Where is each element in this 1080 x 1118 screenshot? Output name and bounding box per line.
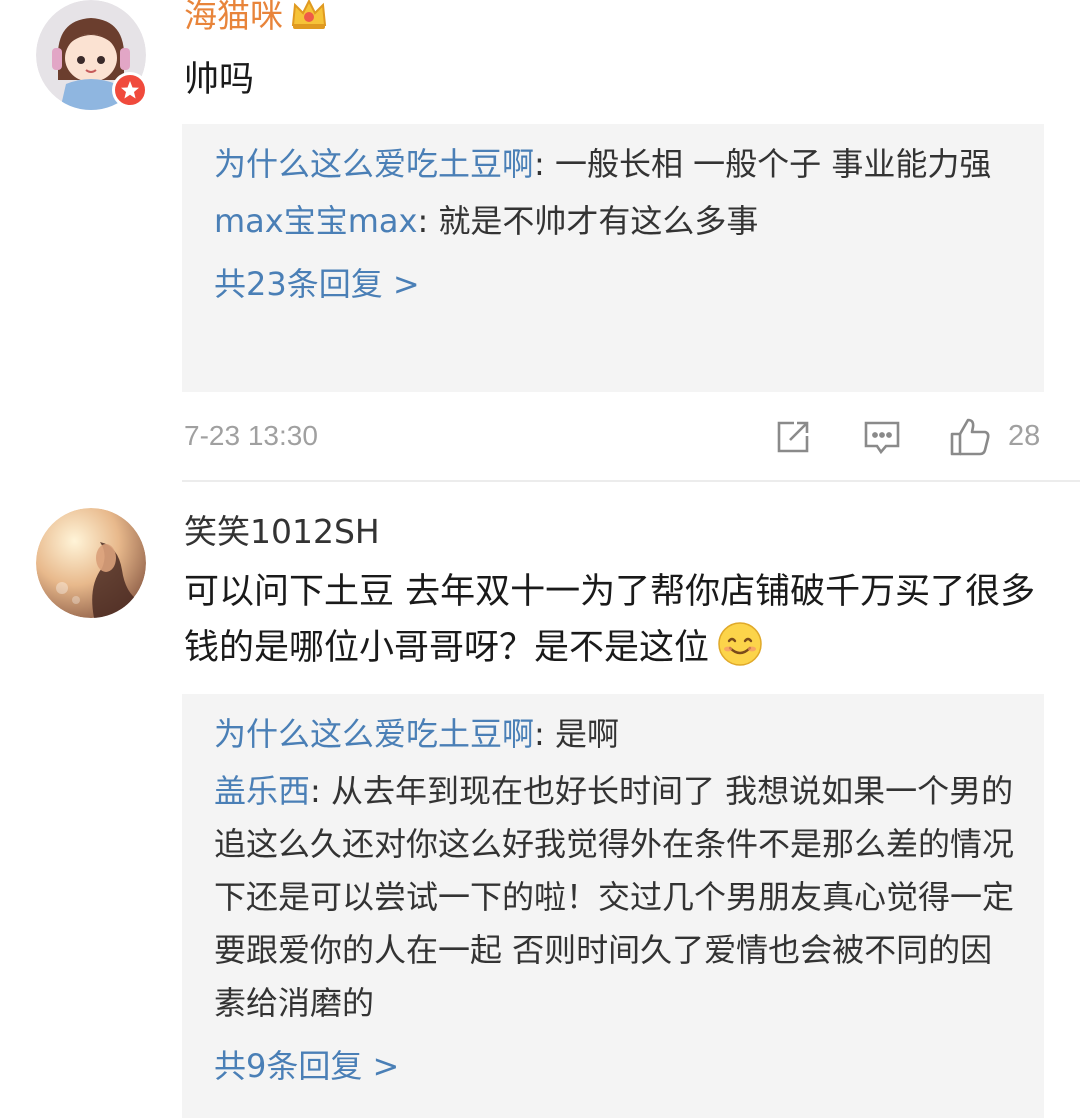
comment-icon[interactable]: [862, 418, 902, 465]
comment-text-body: 可以问下土豆 去年双十一为了帮你店铺破千万买了很多钱的是哪位小哥哥呀？是不是这位: [184, 572, 1036, 668]
like-icon[interactable]: [948, 414, 992, 465]
comment-username[interactable]: 海猫咪: [184, 0, 329, 36]
comment-text: 帅吗: [184, 60, 255, 100]
share-icon[interactable]: [774, 418, 812, 463]
like-count: 28: [1008, 420, 1041, 452]
reply-text: 一般长相 一般个子 事业能力强: [554, 145, 992, 183]
reply-item[interactable]: 为什么这么爱吃土豆啊: 一般长相 一般个子 事业能力强: [214, 138, 1014, 191]
crown-icon: [289, 0, 329, 31]
reply-text: 从去年到现在也好长时间了 我想说如果一个男的追这么久还对你这么好我觉得外在条件不…: [214, 772, 1015, 1022]
vip-badge: [112, 72, 148, 108]
reply-text: 是啊: [554, 715, 619, 753]
reply-text: 就是不帅才有这么多事: [438, 202, 759, 240]
reply-item[interactable]: 盖乐西: 从去年到现在也好长时间了 我想说如果一个男的追这么久还对你这么好我觉得…: [214, 765, 1014, 1030]
reply-username[interactable]: 盖乐西: [214, 772, 310, 810]
comment-username[interactable]: 笑笑1012SH: [184, 512, 380, 552]
more-replies-link[interactable]: 共23条回复 >: [214, 258, 1014, 311]
reply-separator: :: [534, 715, 555, 753]
reply-username[interactable]: 为什么这么爱吃土豆啊: [214, 145, 534, 183]
reply-separator: :: [310, 772, 331, 810]
reply-separator: :: [534, 145, 555, 183]
comment-meta: 7-23 13:30 28: [184, 414, 1044, 464]
comment-item: 海猫咪 帅吗 为什么这么爱吃土豆啊: 一般长相 一般个子 事业能力强 max宝宝…: [0, 0, 1080, 480]
avatar[interactable]: [36, 508, 146, 618]
reply-username[interactable]: 为什么这么爱吃土豆啊: [214, 715, 534, 753]
more-replies-link[interactable]: 共9条回复 >: [214, 1040, 1014, 1093]
reply-item[interactable]: max宝宝max: 就是不帅才有这么多事: [214, 195, 1014, 248]
timestamp: 7-23 13:30: [184, 420, 318, 451]
username-text[interactable]: 海猫咪: [184, 0, 283, 35]
reply-separator: :: [417, 202, 439, 240]
reply-username[interactable]: max宝宝max: [214, 202, 417, 240]
reply-box[interactable]: 为什么这么爱吃土豆啊: 是啊 盖乐西: 从去年到现在也好长时间了 我想说如果一个…: [182, 694, 1044, 1118]
reply-box[interactable]: 为什么这么爱吃土豆啊: 一般长相 一般个子 事业能力强 max宝宝max: 就是…: [182, 124, 1044, 392]
smile-icon: [717, 621, 763, 667]
comment-text: 可以问下土豆 去年双十一为了帮你店铺破千万买了很多钱的是哪位小哥哥呀？是不是这位: [184, 564, 1044, 676]
comment-item: 笑笑1012SH 可以问下土豆 去年双十一为了帮你店铺破千万买了很多钱的是哪位小…: [0, 482, 1080, 1118]
reply-item[interactable]: 为什么这么爱吃土豆啊: 是啊: [214, 708, 1014, 761]
